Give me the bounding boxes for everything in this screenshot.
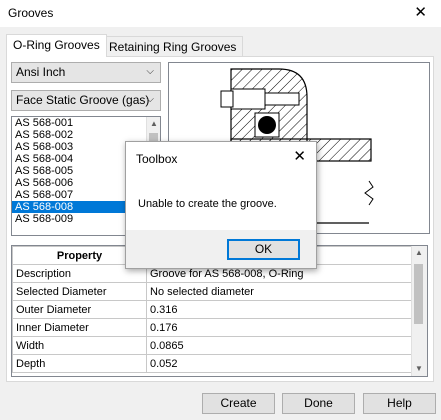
standard-select-value: Ansi Inch [16, 65, 66, 79]
standard-select[interactable]: Ansi Inch ⌵ [11, 62, 161, 83]
size-list-item[interactable]: AS 568-002 [12, 129, 160, 141]
property-row[interactable]: Width 0.0865 [12, 336, 413, 355]
property-value-cell[interactable]: 0.316 [146, 300, 413, 319]
help-button[interactable]: Help [363, 393, 436, 414]
dialog-close-icon[interactable]: ✕ [293, 148, 306, 166]
scroll-thumb[interactable] [414, 264, 423, 324]
tab-o-ring-grooves[interactable]: O-Ring Grooves [6, 34, 107, 57]
property-value-cell[interactable]: 0.052 [146, 354, 413, 373]
window-title: Grooves [8, 6, 54, 20]
scroll-up-icon[interactable]: ▲ [147, 117, 160, 131]
groove-type-select[interactable]: Face Static Groove (gas) ⌵ [11, 90, 161, 111]
dialog-title: Toolbox [136, 152, 178, 166]
scroll-up-icon[interactable]: ▲ [412, 246, 426, 260]
size-list-item[interactable]: AS 568-001 [12, 117, 160, 129]
chevron-down-icon: ⌵ [146, 94, 154, 105]
tab-retaining-ring-grooves[interactable]: Retaining Ring Grooves [102, 36, 244, 57]
property-name-cell: Inner Diameter [12, 318, 147, 337]
property-row[interactable]: Depth 0.052 [12, 354, 413, 373]
property-value-cell[interactable]: 0.176 [146, 318, 413, 337]
property-row[interactable]: Inner Diameter 0.176 [12, 318, 413, 337]
dialog-footer: OK [126, 230, 316, 268]
property-row[interactable]: Outer Diameter 0.316 [12, 300, 413, 319]
create-button[interactable]: Create [202, 393, 275, 414]
property-name-cell: Width [12, 336, 147, 355]
property-rows: Description Groove for AS 568-008, O-Ring… [12, 264, 413, 373]
dialog-message: Unable to create the groove. [138, 198, 277, 210]
property-name-cell: Outer Diameter [12, 300, 147, 319]
property-value-cell[interactable]: No selected diameter [146, 282, 413, 301]
property-scrollbar[interactable]: ▲ ▼ [411, 246, 427, 376]
property-value-cell[interactable]: 0.0865 [146, 336, 413, 355]
chevron-down-icon: ⌵ [146, 66, 154, 77]
title-bar: Grooves ✕ [0, 0, 441, 28]
toolbox-message-dialog: Toolbox ✕ Unable to create the groove. O… [125, 141, 317, 269]
property-name-cell: Depth [12, 354, 147, 373]
property-name-cell: Selected Diameter [12, 282, 147, 301]
groove-type-select-value: Face Static Groove (gas) [16, 93, 150, 107]
ok-button[interactable]: OK [227, 239, 300, 260]
done-button[interactable]: Done [282, 393, 355, 414]
window-close-icon[interactable]: ✕ [414, 4, 427, 22]
scroll-down-icon[interactable]: ▼ [412, 362, 426, 376]
property-row[interactable]: Selected Diameter No selected diameter [12, 282, 413, 301]
